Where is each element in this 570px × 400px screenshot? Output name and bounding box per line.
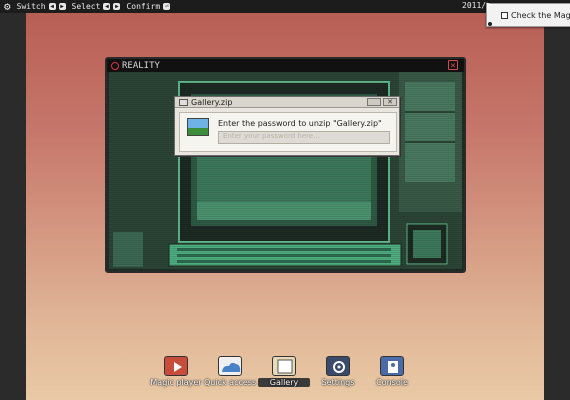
settings-icon xyxy=(326,356,350,376)
reality-titlebar: REALITY ✕ xyxy=(107,59,464,72)
dialog-close-button[interactable]: ✕ xyxy=(383,98,397,106)
reality-title: REALITY xyxy=(122,60,160,71)
switch-right-key: ▶ xyxy=(58,3,66,10)
dock-label: Settings xyxy=(321,378,355,387)
dock-label: Magic player xyxy=(150,378,202,387)
switch-label: Switch xyxy=(16,2,46,11)
dock-item-magic-player[interactable]: Magic player xyxy=(150,356,202,387)
console-icon xyxy=(380,356,404,376)
record-icon xyxy=(111,61,119,70)
reality-close-button[interactable]: ✕ xyxy=(448,60,458,71)
play-icon xyxy=(164,356,188,376)
cursor-dot xyxy=(488,22,492,26)
zip-file-icon xyxy=(179,99,188,106)
date-display: 2011/ xyxy=(462,1,487,10)
dock-item-gallery[interactable]: Gallery xyxy=(258,356,310,387)
dialog-minimize-button[interactable] xyxy=(367,98,381,106)
reality-window: REALITY ✕ xyxy=(105,57,466,273)
confirm-label: Confirm xyxy=(126,2,161,11)
dock-label: Console xyxy=(376,378,408,387)
select-hint: Select ◀ ▶ xyxy=(72,2,121,11)
mouse-cursor-icon: ➤ xyxy=(486,0,493,12)
password-dialog: Gallery.zip ✕ Enter the password to unzi… xyxy=(174,96,400,156)
dock-item-settings[interactable]: Settings xyxy=(312,356,364,387)
confirm-hint: Confirm ⏎ xyxy=(126,2,171,11)
dock-label: Quick access xyxy=(204,378,257,387)
dock-item-console[interactable]: Console xyxy=(366,356,418,387)
dialog-title: Gallery.zip xyxy=(191,97,233,107)
dialog-body: Enter the password to unzip "Gallery.zip… xyxy=(179,112,397,152)
select-label: Select xyxy=(71,2,101,11)
select-left-key: ◀ xyxy=(103,3,111,10)
switch-hint: Switch ◀ ▶ xyxy=(17,2,66,11)
dock-label: Gallery xyxy=(258,378,310,387)
cloud-icon xyxy=(218,356,242,376)
dock-item-quick-access[interactable]: Quick access xyxy=(204,356,256,387)
dialog-message: Enter the password to unzip "Gallery.zip… xyxy=(218,119,382,128)
top-control-bar: ⚙ Switch ◀ ▶ Select ◀ ▶ Confirm ⏎ 2011/ xyxy=(0,0,570,13)
dialog-titlebar: Gallery.zip ✕ xyxy=(175,97,399,108)
check-magic-panel: Check the Magic xyxy=(486,3,570,27)
password-input[interactable]: Enter your password here... xyxy=(218,131,390,144)
check-magic-checkbox[interactable] xyxy=(501,12,508,19)
image-icon xyxy=(187,118,209,136)
select-right-key: ▶ xyxy=(113,3,121,10)
gear-icon[interactable]: ⚙ xyxy=(4,1,11,12)
check-magic-label: Check the Magic xyxy=(511,10,570,20)
confirm-key: ⏎ xyxy=(163,3,171,10)
gallery-icon xyxy=(272,356,296,376)
switch-left-key: ◀ xyxy=(48,3,56,10)
